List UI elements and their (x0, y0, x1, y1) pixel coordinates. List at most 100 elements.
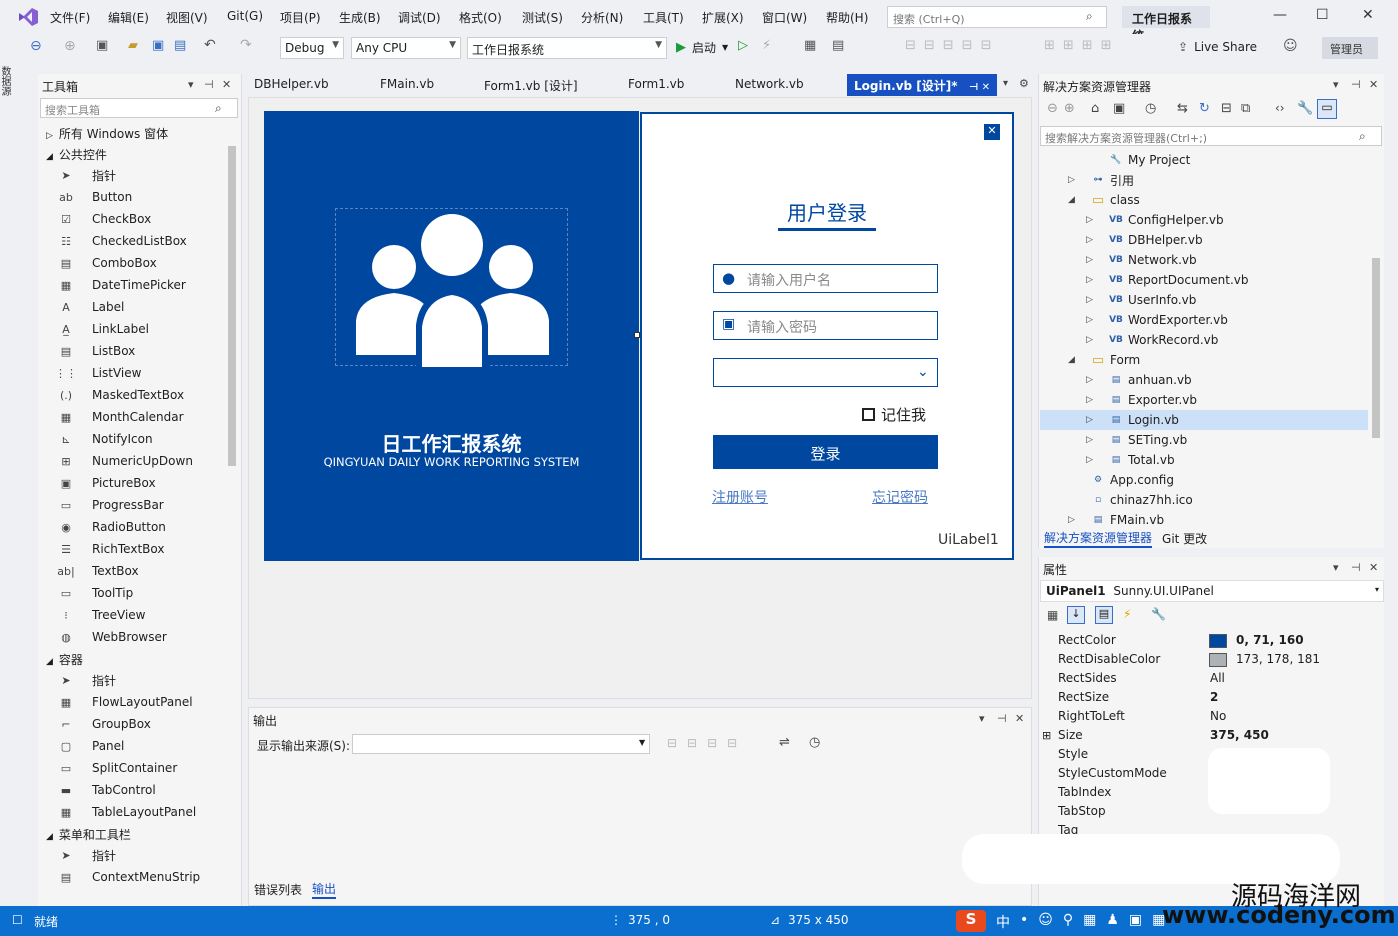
document-tab[interactable]: Login.vb [设计]* ⊣ ✕ (847, 74, 998, 96)
property-name[interactable]: TabIndex (1058, 785, 1111, 799)
expand-arrow-icon[interactable]: ▷ (1086, 315, 1093, 325)
code-view-icon[interactable]: ‹› (1275, 101, 1285, 115)
tree-item[interactable]: ▷ VB WorkRecord.vb (1086, 330, 1218, 350)
tree-item[interactable]: ▷ ▤ anhuan.vb (1086, 370, 1192, 390)
close-icon[interactable]: ✕ (1015, 712, 1024, 725)
toolbox-search-input[interactable]: 搜索工具箱 ⌕ (40, 98, 238, 118)
property-name[interactable]: StyleCustomMode (1058, 766, 1167, 780)
solution-explorer-search-input[interactable]: 搜索解决方案资源管理器(Ctrl+;) ⌕ (1040, 126, 1382, 146)
property-name[interactable]: TabStop (1058, 804, 1106, 818)
layout-icon[interactable]: ▤ (832, 38, 844, 53)
tab-solution-explorer[interactable]: 解决方案资源管理器 (1044, 529, 1153, 548)
expand-arrow-icon[interactable]: ▷ (1086, 395, 1093, 405)
property-value[interactable]: 375, 450 (1210, 728, 1269, 742)
save-all-icon[interactable]: ▤ (174, 38, 186, 53)
role-select[interactable]: ⌄ (713, 358, 938, 387)
preview-icon[interactable]: ▭ (1317, 99, 1337, 119)
tree-item[interactable]: ▷ VB DBHelper.vb (1086, 230, 1203, 250)
toolbox-item[interactable]: ◉ RadioButton (58, 517, 166, 537)
tree-item[interactable]: ▷ ▤ FMain.vb (1068, 510, 1164, 530)
tree-item[interactable]: ▷ ▤ Login.vb (1086, 410, 1179, 430)
toolbox-item[interactable]: A Label (58, 297, 124, 317)
save-icon[interactable]: ▣ (152, 38, 164, 53)
menu-item[interactable]: 格式(O) (459, 9, 502, 26)
align-tools-icon[interactable]: ⊟⊟⊟⊟⊟ (905, 38, 999, 53)
toolbox-item[interactable]: ▦ MonthCalendar (58, 407, 184, 427)
toolbox-item[interactable]: ab| TextBox (57, 561, 138, 581)
redo-icon[interactable]: ↷ (240, 37, 252, 53)
forward-icon[interactable]: ⊕ (64, 38, 76, 54)
chevron-down-icon[interactable]: ▾ (1333, 78, 1339, 91)
toolbox-group-menus[interactable]: ◢ 菜单和工具栏 (46, 826, 131, 843)
folder-icon[interactable]: ▦ (804, 38, 816, 53)
properties-view-icon[interactable]: ▤ (1095, 606, 1113, 624)
toolbox-item[interactable]: ➤ 指针 (58, 845, 116, 865)
collapse-all-icon[interactable]: ⊟ (1221, 101, 1232, 116)
close-icon[interactable]: ✕ (1369, 561, 1378, 574)
forgot-password-link[interactable]: 忘记密码 (872, 487, 928, 507)
toolbox-item[interactable]: ▢ Panel (58, 736, 125, 756)
close-window-icon[interactable]: ✕ (1362, 7, 1374, 23)
start-button[interactable]: ▶ 启动 ▼ (676, 39, 728, 56)
property-name[interactable]: Size (1058, 728, 1083, 742)
sync-icon[interactable]: ⇆ (1177, 101, 1188, 116)
menu-item[interactable]: 调试(D) (398, 9, 441, 26)
property-value[interactable]: 2 (1210, 690, 1218, 704)
live-share-button[interactable]: ⇪ Live Share (1178, 40, 1257, 54)
property-name[interactable]: Style (1058, 747, 1088, 761)
menu-item[interactable]: 扩展(X) (702, 9, 744, 26)
tree-item[interactable]: ▷ ▤ SETing.vb (1086, 430, 1187, 450)
expand-size-icon[interactable]: ⊞ (1042, 729, 1051, 742)
toolbox-item[interactable]: ab Button (58, 187, 132, 207)
pin-icon[interactable]: ⊣ (1351, 561, 1361, 574)
ime-mode[interactable]: 中 (996, 912, 1010, 932)
toolbox-item[interactable]: ▣ PictureBox (58, 473, 156, 493)
chevron-down-icon[interactable]: ▾ (1333, 561, 1339, 574)
show-all-files-icon[interactable]: ⧉ (1241, 101, 1250, 116)
menu-item[interactable]: 帮助(H) (826, 9, 868, 26)
undo-icon[interactable]: ↶ (204, 37, 216, 53)
pin-icon[interactable]: ⊣ (997, 712, 1007, 725)
expand-arrow-icon[interactable]: ▷ (1068, 175, 1075, 185)
history-icon[interactable]: ◷ (1145, 101, 1156, 116)
toolbox-item[interactable]: ▬ TabControl (58, 780, 156, 800)
properties-object-select[interactable]: UiPanel1 Sunny.UI.UIPanel ▾ (1040, 580, 1384, 602)
property-name[interactable]: RightToLeft (1058, 709, 1125, 723)
close-icon[interactable]: ✕ (1369, 78, 1378, 91)
tree-item[interactable]: ▷ VB ConfigHelper.vb (1086, 210, 1224, 230)
collapse-arrow-icon[interactable]: ◢ (1068, 355, 1075, 365)
document-tab[interactable]: Form1.vb (621, 74, 691, 96)
form-close-icon[interactable]: ✕ (984, 124, 1000, 140)
toolbox-item[interactable]: ☑ CheckBox (58, 209, 151, 229)
startup-project-select[interactable]: 工作日报系统 ▼ (467, 37, 667, 59)
chevron-down-icon[interactable]: ▾ (188, 78, 194, 91)
switch-views-icon[interactable]: ▣ (1113, 101, 1125, 116)
toolbox-item[interactable]: ▦ TableLayoutPanel (58, 802, 196, 822)
toolbox-item[interactable]: ⌐ GroupBox (58, 714, 150, 734)
tree-item[interactable]: ▷ ▤ Total.vb (1086, 450, 1175, 470)
property-name[interactable]: RectDisableColor (1058, 652, 1160, 666)
tab-git-changes[interactable]: Git 更改 (1162, 530, 1207, 547)
menu-item[interactable]: 编辑(E) (108, 9, 149, 26)
start-without-debug-icon[interactable]: ▷ (738, 38, 748, 53)
property-value[interactable]: No (1210, 709, 1226, 723)
pin-icon[interactable]: ⊣ (204, 78, 214, 91)
expand-arrow-icon[interactable]: ▷ (1086, 275, 1093, 285)
toolbox-group-all-windows[interactable]: ▷ 所有 Windows 窗体 (46, 125, 168, 142)
menu-item[interactable]: 工具(T) (643, 9, 684, 26)
username-input[interactable]: ● 请输入用户名 (713, 264, 938, 293)
tree-item[interactable]: ▷ VB UserInfo.vb (1086, 290, 1196, 310)
nav-arrows-icon[interactable]: ⊖⊕ (1047, 101, 1081, 116)
toolbox-item[interactable]: ▭ ProgressBar (58, 495, 164, 515)
expand-arrow-icon[interactable]: ▷ (1086, 215, 1093, 225)
menu-item[interactable]: 测试(S) (522, 9, 563, 26)
toolbox-item[interactable]: ▤ ComboBox (58, 253, 157, 273)
tab-error-list[interactable]: 错误列表 (254, 881, 302, 898)
expand-arrow-icon[interactable]: ▷ (1086, 255, 1093, 265)
property-name[interactable]: RectSides (1058, 671, 1117, 685)
tree-item[interactable]: ▷ VB ReportDocument.vb (1086, 270, 1248, 290)
tree-item[interactable]: ▷ VB Network.vb (1086, 250, 1197, 270)
menu-item[interactable]: 文件(F) (50, 9, 90, 26)
toolbox-item[interactable]: (.) MaskedTextBox (58, 385, 184, 405)
feedback-icon[interactable]: ☺ (1283, 38, 1298, 54)
